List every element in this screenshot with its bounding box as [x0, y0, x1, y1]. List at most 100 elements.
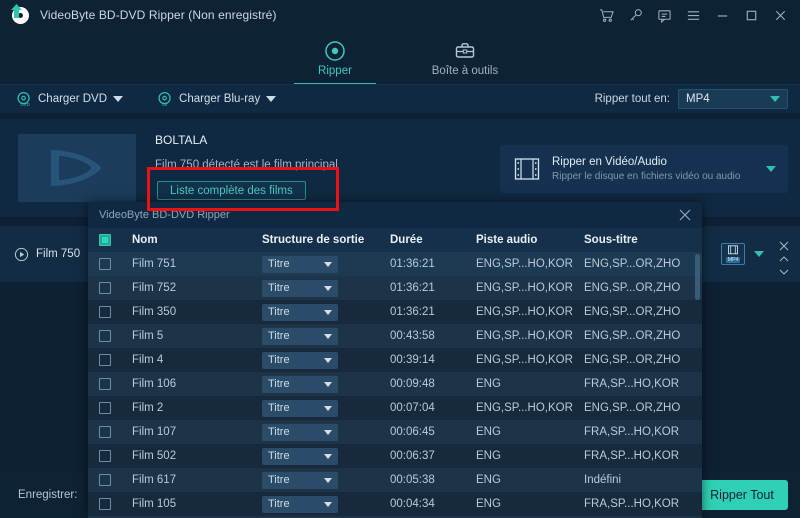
- menu-icon[interactable]: [686, 8, 701, 23]
- load-bluray-label: Charger Blu-ray: [179, 93, 261, 105]
- feedback-icon[interactable]: [657, 8, 672, 23]
- structure-select[interactable]: Titre: [262, 351, 338, 369]
- structure-select[interactable]: Titre: [262, 423, 338, 441]
- chevron-down-icon[interactable]: [324, 477, 332, 483]
- load-bluray-button[interactable]: bd Charger Blu-ray: [157, 91, 277, 107]
- structure-select-value: Titre: [268, 258, 290, 270]
- row-checkbox[interactable]: [99, 426, 111, 438]
- key-icon[interactable]: [628, 8, 643, 23]
- chevron-down-icon[interactable]: [266, 96, 277, 102]
- maximize-icon[interactable]: [744, 8, 759, 23]
- cell-structure: Titre: [262, 399, 390, 417]
- table-row[interactable]: Film 617 Titre 00:05:38 ENG Indéfini: [88, 468, 702, 492]
- disc-subtitle: Film 750 détecté est le film principal: [155, 159, 338, 171]
- cell-piste-audio: ENG: [476, 498, 501, 510]
- structure-select[interactable]: Titre: [262, 471, 338, 489]
- chevron-down-icon[interactable]: [754, 251, 764, 257]
- table-row[interactable]: Film 751 Titre 01:36:21 ENG,SP...HO,KOR ENG,…: [88, 252, 702, 276]
- table-row[interactable]: Film 502 Titre 00:06:37 ENG FRA,SP...HO,KOR: [88, 444, 702, 468]
- disc-icon: [325, 41, 345, 61]
- chevron-down-icon[interactable]: [324, 453, 332, 459]
- bluray-icon: bd: [158, 91, 171, 107]
- application-window: VideoByte BD-DVD Ripper (Non enregistré): [0, 0, 800, 518]
- chevron-down-icon[interactable]: [324, 333, 332, 339]
- structure-select[interactable]: Titre: [262, 399, 338, 417]
- close-icon[interactable]: [778, 240, 790, 252]
- chevron-down-icon[interactable]: [113, 96, 124, 102]
- full-movie-list-button[interactable]: Liste complète des films: [157, 181, 306, 200]
- disc-title: BOLTALA: [155, 133, 208, 147]
- column-header-sous-titre[interactable]: Sous-titre: [584, 234, 684, 246]
- cell-sous-titre: ENG,SP...OR,ZHO: [584, 330, 681, 342]
- load-dvd-button[interactable]: DVD Charger DVD: [16, 91, 124, 107]
- structure-select[interactable]: Titre: [262, 327, 338, 345]
- tab-boite-a-outils[interactable]: Boîte à outils: [417, 32, 513, 85]
- row-checkbox-cell: [88, 330, 122, 342]
- app-title: VideoByte BD-DVD Ripper (Non enregistré): [40, 8, 277, 22]
- select-all-checkbox[interactable]: [99, 234, 111, 246]
- structure-select[interactable]: Titre: [262, 495, 338, 513]
- chevron-down-icon[interactable]: [324, 429, 332, 435]
- row-checkbox[interactable]: [99, 498, 111, 510]
- row-checkbox[interactable]: [99, 450, 111, 462]
- cell-sous-titre: FRA,SP...HO,KOR: [584, 498, 680, 510]
- play-icon[interactable]: [14, 247, 29, 262]
- table-row[interactable]: Film 752 Titre 01:36:21 ENG,SP...HO,KOR ENG,…: [88, 276, 702, 300]
- output-format-select[interactable]: MP4: [678, 89, 788, 109]
- chevron-down-icon[interactable]: [324, 357, 332, 363]
- row-checkbox[interactable]: [99, 330, 111, 342]
- row-checkbox[interactable]: [99, 474, 111, 486]
- structure-select-value: Titre: [268, 330, 290, 342]
- chevron-down-icon[interactable]: [324, 405, 332, 411]
- cell-structure: Titre: [262, 279, 390, 297]
- row-checkbox[interactable]: [99, 306, 111, 318]
- rip-all-button[interactable]: Ripper Tout: [696, 480, 788, 510]
- structure-select[interactable]: Titre: [262, 375, 338, 393]
- structure-select-value: Titre: [268, 426, 290, 438]
- film-row-tools: [778, 240, 790, 276]
- cell-structure: Titre: [262, 327, 390, 345]
- table-row[interactable]: Film 105 Titre 00:04:34 ENG FRA,SP...HO,KOR: [88, 492, 702, 516]
- cell-nom: Film 4: [132, 354, 164, 366]
- vertical-scrollbar[interactable]: [695, 254, 700, 300]
- column-header-nom[interactable]: Nom: [122, 234, 262, 246]
- chevron-down-icon[interactable]: [770, 96, 780, 102]
- close-icon[interactable]: [677, 207, 693, 223]
- structure-select[interactable]: Titre: [262, 255, 338, 273]
- chevron-down-icon[interactable]: [324, 285, 332, 291]
- row-checkbox[interactable]: [99, 378, 111, 390]
- table-row[interactable]: Film 4 Titre 00:39:14 ENG,SP...HO,KOR ENG,SP…: [88, 348, 702, 372]
- structure-select[interactable]: Titre: [262, 447, 338, 465]
- tab-ripper[interactable]: Ripper: [287, 32, 383, 85]
- row-checkbox[interactable]: [99, 402, 111, 414]
- table-row[interactable]: Film 2 Titre 00:07:04 ENG,SP...HO,KOR ENG,SP…: [88, 396, 702, 420]
- structure-select[interactable]: Titre: [262, 279, 338, 297]
- select-all-cell: [88, 234, 122, 246]
- table-row[interactable]: Film 5 Titre 00:43:58 ENG,SP...HO,KOR ENG,SP…: [88, 324, 702, 348]
- chevron-down-icon[interactable]: [324, 261, 332, 267]
- cell-duree: 00:05:38: [390, 474, 435, 486]
- cart-icon[interactable]: [599, 8, 614, 23]
- chevron-up-icon[interactable]: [778, 255, 790, 264]
- row-checkbox[interactable]: [99, 354, 111, 366]
- minimize-icon[interactable]: [715, 8, 730, 23]
- chevron-down-icon[interactable]: [324, 381, 332, 387]
- rip-to-video-audio-panel[interactable]: Ripper en Vidéo/Audio Ripper le disque e…: [500, 145, 788, 193]
- chevron-down-icon[interactable]: [766, 166, 776, 172]
- close-icon[interactable]: [773, 8, 788, 23]
- row-checkbox[interactable]: [99, 258, 111, 270]
- chevron-down-icon[interactable]: [778, 267, 790, 276]
- column-header-structure[interactable]: Structure de sortie: [262, 234, 390, 246]
- chevron-down-icon[interactable]: [324, 309, 332, 315]
- film-row-format-badge[interactable]: MP4: [721, 243, 745, 265]
- table-row[interactable]: Film 350 Titre 01:36:21 ENG,SP...HO,KOR ENG,…: [88, 300, 702, 324]
- row-checkbox[interactable]: [99, 282, 111, 294]
- table-row[interactable]: Film 107 Titre 00:06:45 ENG FRA,SP...HO,KOR: [88, 420, 702, 444]
- structure-select[interactable]: Titre: [262, 303, 338, 321]
- cell-piste-audio: ENG,SP...HO,KOR: [476, 306, 573, 318]
- table-row[interactable]: Film 106 Titre 00:09:48 ENG FRA,SP...HO,KOR: [88, 372, 702, 396]
- column-header-duree[interactable]: Durée: [390, 234, 476, 246]
- cell-duree: 00:43:58: [390, 330, 435, 342]
- column-header-piste-audio[interactable]: Piste audio: [476, 234, 584, 246]
- chevron-down-icon[interactable]: [324, 501, 332, 507]
